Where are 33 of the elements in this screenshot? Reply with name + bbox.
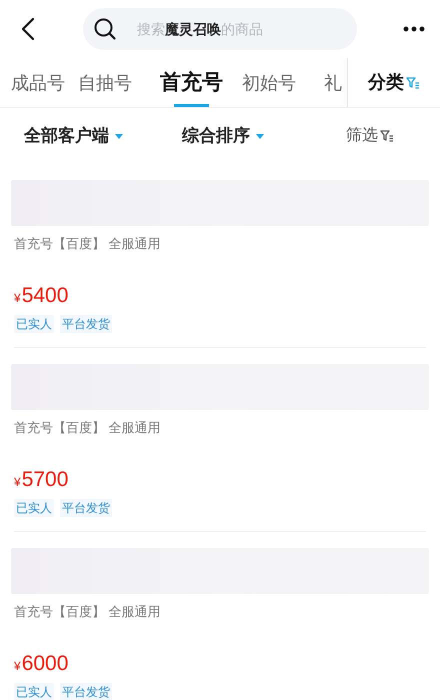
listing-subtitle: 首充号【百度】 全服通用 — [14, 235, 162, 253]
category-tab[interactable]: 首充号 — [160, 58, 242, 107]
dropdown-button[interactable]: 综合排序 — [182, 123, 346, 149]
category-tab[interactable]: 成品号 — [11, 58, 78, 107]
category-button[interactable]: 分类 — [348, 58, 440, 107]
search-icon — [93, 17, 117, 41]
price: ¥6000 — [14, 650, 70, 676]
search-placeholder: 搜索魔灵召唤的商品 — [137, 20, 263, 38]
caret-icon — [256, 134, 264, 138]
caret-icon — [115, 134, 123, 138]
dropdown-button[interactable]: 全部客户端 — [24, 123, 182, 149]
filter-icon — [380, 130, 394, 142]
filter-button[interactable]: 筛选 — [346, 124, 394, 148]
search-field[interactable]: 搜索魔灵召唤的商品 — [83, 8, 357, 50]
filter-icon — [406, 76, 420, 88]
price: ¥5700 — [14, 466, 70, 492]
tag: 已实人 — [14, 683, 54, 700]
tag: 已实人 — [14, 315, 54, 333]
tag: 平台发货 — [60, 499, 112, 517]
listing-subtitle: 首充号【百度】 全服通用 — [14, 419, 162, 437]
listing-card[interactable]: 首充号【百度】 全服通用 ¥5700 已实人 平台发货 — [14, 348, 426, 532]
back-icon — [21, 17, 35, 41]
listing-card[interactable]: 首充号【百度】 全服通用 ¥5400 已实人 平台发货 — [14, 164, 426, 348]
tag: 已实人 — [14, 499, 54, 517]
tag: 平台发货 — [60, 315, 112, 333]
listing-card[interactable]: 首充号【百度】 全服通用 ¥6000 已实人 平台发货 — [14, 532, 426, 700]
price: ¥5400 — [14, 282, 70, 308]
tag: 平台发货 — [60, 683, 112, 700]
category-tab[interactable]: 礼 — [324, 58, 346, 107]
category-tab[interactable]: 初始号 — [242, 58, 324, 107]
more-icon — [403, 26, 425, 32]
category-tab[interactable]: 自抽号 — [78, 58, 160, 107]
listing-subtitle: 首充号【百度】 全服通用 — [14, 603, 162, 621]
